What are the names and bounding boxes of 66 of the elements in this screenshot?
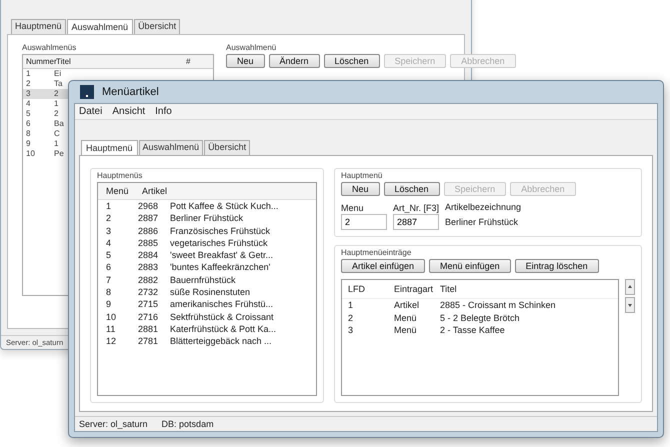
column-header[interactable]: Eintragart bbox=[394, 284, 440, 294]
tab[interactable]: Übersicht bbox=[204, 140, 250, 155]
field-label: Menu bbox=[341, 203, 365, 213]
menu-item[interactable]: Ansicht bbox=[112, 106, 146, 117]
list-row[interactable]: 5 2884 'sweet Breakfast' & Getr... bbox=[98, 249, 316, 262]
list-row[interactable]: 1 Artikel 2885 - Croissant m Schinken bbox=[342, 299, 618, 312]
tab[interactable]: Übersicht bbox=[134, 19, 180, 34]
group-title: Hauptmenü bbox=[341, 171, 384, 180]
button[interactable]: Artikel einfügen bbox=[341, 259, 426, 273]
article-name: Berliner Frühstück bbox=[445, 217, 520, 227]
list-row[interactable]: 8 C bbox=[23, 129, 71, 139]
group-title: Auswahlmenüs bbox=[22, 43, 78, 52]
tab[interactable]: Auswahlmenü bbox=[66, 19, 134, 34]
scroll-down-icon[interactable] bbox=[625, 297, 635, 313]
status-text: DB: potsdam bbox=[162, 419, 214, 429]
group-title: Hauptmenüs bbox=[97, 171, 144, 180]
column-header[interactable]: Titel bbox=[56, 57, 186, 66]
button[interactable]: Ändern bbox=[268, 54, 320, 68]
column-header[interactable]: Artikel bbox=[142, 186, 176, 196]
list-row[interactable]: 10 2716 Sektfrühstück & Croissant bbox=[98, 310, 316, 323]
button[interactable]: Neu bbox=[341, 182, 380, 196]
column-header[interactable]: Titel bbox=[440, 284, 612, 294]
status-text: Server: ol_saturn bbox=[79, 419, 148, 429]
list-row[interactable]: 3 Menü 2 - Tasse Kaffee bbox=[342, 324, 618, 336]
button[interactable]: Löschen bbox=[324, 54, 380, 68]
menu-item[interactable]: Info bbox=[155, 106, 172, 117]
tab[interactable]: Hauptmenü bbox=[11, 19, 66, 34]
list-row[interactable]: 4 2885 vegetarisches Frühstück bbox=[98, 236, 316, 250]
list-row[interactable]: 6 Ba bbox=[23, 119, 71, 129]
group-title: Auswahlmenü bbox=[226, 43, 278, 52]
button[interactable]: Neu bbox=[226, 54, 265, 68]
list-row[interactable]: 12 2781 Blätterteiggebäck nach ... bbox=[98, 335, 316, 348]
input-field[interactable]: 2 bbox=[341, 214, 387, 230]
button[interactable]: Menü einfügen bbox=[429, 259, 511, 273]
list-row[interactable]: 6 2883 'buntes Kaffeekränzchen' bbox=[98, 261, 316, 274]
list-row[interactable]: 9 1 bbox=[23, 139, 71, 149]
list-row[interactable]: 2 2887 Berliner Frühstück bbox=[98, 212, 316, 225]
list-row[interactable]: 4 1 bbox=[23, 99, 71, 109]
input-field[interactable]: 2887 bbox=[393, 214, 439, 230]
list-row[interactable]: 3 2886 Französisches Frühstück bbox=[98, 224, 316, 237]
app-icon bbox=[80, 85, 94, 99]
column-header[interactable]: # bbox=[186, 57, 206, 66]
list-row[interactable]: 10 Pe bbox=[23, 149, 71, 159]
button[interactable]: Löschen bbox=[384, 182, 440, 196]
tab[interactable]: Hauptmenü bbox=[81, 140, 138, 155]
group-title: Hauptmenüeinträge bbox=[341, 248, 412, 257]
list-row[interactable]: 9 2715 amerikanisches Frühstü... bbox=[98, 298, 316, 311]
column-header[interactable]: Menü bbox=[106, 186, 142, 196]
menu-item[interactable]: Datei bbox=[79, 106, 102, 117]
list-row[interactable]: 3 2 bbox=[23, 89, 71, 99]
list-row[interactable]: 11 2881 Katerfrühstück & Pott Ka... bbox=[98, 322, 316, 336]
window-title: Menüartikel bbox=[102, 86, 159, 98]
list-row[interactable]: 1 Ei bbox=[23, 69, 71, 79]
list-row[interactable]: 8 2732 süße Rosinenstuten bbox=[98, 286, 316, 298]
list-row[interactable]: 1 2968 Pott Kaffee & Stück Kuch... bbox=[98, 200, 316, 212]
tab[interactable]: Auswahlmenü bbox=[138, 140, 204, 155]
list-row[interactable]: 2 Ta bbox=[23, 79, 71, 89]
column-header[interactable]: LFD bbox=[348, 284, 394, 294]
column-header[interactable]: Nummer bbox=[26, 57, 56, 66]
field-label: Artikelbezeichnung bbox=[445, 202, 522, 212]
list-row[interactable]: 5 2 bbox=[23, 109, 71, 119]
list-row[interactable]: 7 2882 Bauernfrühstück bbox=[98, 274, 316, 286]
button[interactable]: Eintrag löschen bbox=[514, 259, 599, 273]
field-label: Art_Nr. [F3] bbox=[393, 203, 440, 213]
scroll-up-icon[interactable] bbox=[625, 279, 635, 295]
list-row[interactable]: 2 Menü 5 - 2 Belegte Brötch bbox=[342, 312, 618, 324]
